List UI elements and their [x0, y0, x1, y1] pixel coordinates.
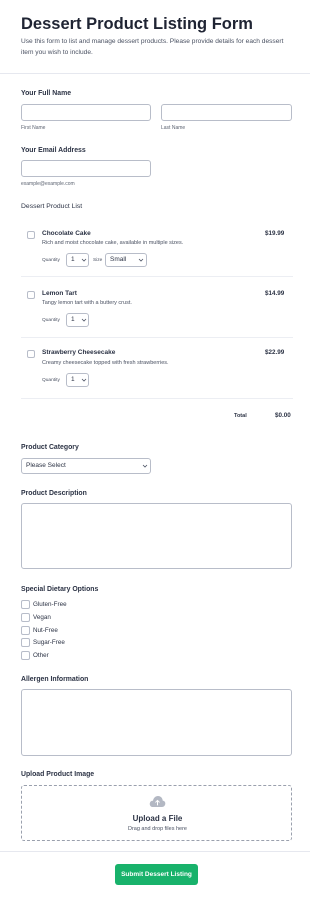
upload-dropzone[interactable]: Upload a File Drag and drop files here: [21, 785, 292, 841]
dietary-option-label: Vegan: [33, 614, 51, 621]
email-sublabel: example@example.com: [21, 181, 75, 187]
item-divider: [21, 337, 293, 338]
dietary-checkbox-sugar-free[interactable]: [21, 638, 30, 647]
category-select[interactable]: Please Select: [21, 458, 151, 474]
product-price: $22.99: [265, 349, 285, 356]
form-header: Dessert Product Listing Form Use this fo…: [0, 0, 310, 74]
chevron-down-icon: [138, 258, 144, 262]
quantity-value: 1: [71, 376, 75, 383]
upload-subtitle: Drag and drop files here: [127, 826, 187, 832]
chevron-down-icon: [142, 464, 148, 468]
chevron-down-icon: [81, 378, 87, 382]
size-value: Small: [110, 256, 127, 263]
upload-title: Upload a File: [132, 814, 183, 823]
form-footer: Submit Dessert Listing: [0, 851, 310, 900]
dietary-option-label: Sugar-Free: [33, 639, 65, 646]
size-label: Size: [93, 258, 103, 263]
quantity-select-strawberry-cheesecake[interactable]: 1: [66, 373, 89, 387]
category-selected-value: Please Select: [26, 462, 66, 469]
dietary-option-label: Other: [33, 652, 49, 659]
product-name: Chocolate Cake: [42, 230, 91, 237]
size-select-chocolate-cake[interactable]: Small: [105, 253, 147, 267]
first-name-input[interactable]: [21, 104, 151, 121]
chevron-down-icon: [81, 318, 87, 322]
product-name: Strawberry Cheesecake: [42, 349, 116, 356]
dietary-option-label: Gluten-Free: [33, 601, 67, 608]
upload-label: Upload Product Image: [21, 771, 95, 778]
last-name-sublabel: Last Name: [161, 125, 186, 131]
quantity-label: Quantity: [42, 378, 60, 383]
submit-button[interactable]: Submit Dessert Listing: [115, 864, 198, 885]
quantity-select-lemon-tart[interactable]: 1: [66, 313, 89, 327]
dietary-checkbox-other[interactable]: [21, 651, 30, 660]
product-description: Creamy cheesecake topped with fresh stra…: [42, 360, 169, 366]
quantity-select-chocolate-cake[interactable]: 1: [66, 253, 89, 267]
email-label: Your Email Address: [21, 147, 86, 154]
allergen-textarea[interactable]: [21, 689, 292, 756]
product-description: Rich and moist chocolate cake, available…: [42, 240, 184, 246]
product-name: Lemon Tart: [42, 290, 77, 297]
quantity-value: 1: [71, 316, 75, 323]
cloud-upload-icon: [149, 796, 166, 807]
full-name-label: Your Full Name: [21, 90, 72, 97]
product-description: Tangy lemon tart with a buttery crust.: [42, 300, 132, 306]
product-checkbox-chocolate-cake[interactable]: [27, 231, 35, 239]
item-divider: [21, 276, 293, 277]
dietary-checkbox-gluten-free[interactable]: [21, 600, 30, 609]
dietary-label: Special Dietary Options: [21, 586, 99, 593]
item-divider: [21, 398, 293, 399]
category-label: Product Category: [21, 444, 79, 451]
first-name-sublabel: First Name: [21, 125, 46, 131]
product-checkbox-lemon-tart[interactable]: [27, 291, 35, 299]
total-label: Total: [234, 413, 247, 419]
total-value: $0.00: [275, 412, 291, 419]
dietary-checkbox-vegan[interactable]: [21, 613, 30, 622]
quantity-label: Quantity: [42, 258, 60, 263]
chevron-down-icon: [81, 258, 87, 262]
product-price: $19.99: [265, 230, 285, 237]
email-input[interactable]: [21, 160, 151, 177]
product-list-label: Dessert Product List: [21, 203, 83, 210]
last-name-input[interactable]: [161, 104, 292, 121]
quantity-label: Quantity: [42, 318, 60, 323]
page-subtitle: Use this form to list and manage dessert…: [21, 38, 284, 56]
dietary-checkbox-nut-free[interactable]: [21, 626, 30, 635]
dietary-option-label: Nut-Free: [33, 627, 58, 634]
description-textarea[interactable]: [21, 503, 292, 569]
quantity-value: 1: [71, 256, 75, 263]
product-checkbox-strawberry-cheesecake[interactable]: [27, 350, 35, 358]
description-label: Product Description: [21, 490, 87, 497]
product-price: $14.99: [265, 290, 285, 297]
allergen-label: Allergen Information: [21, 676, 89, 683]
page-title: Dessert Product Listing Form: [21, 15, 253, 33]
